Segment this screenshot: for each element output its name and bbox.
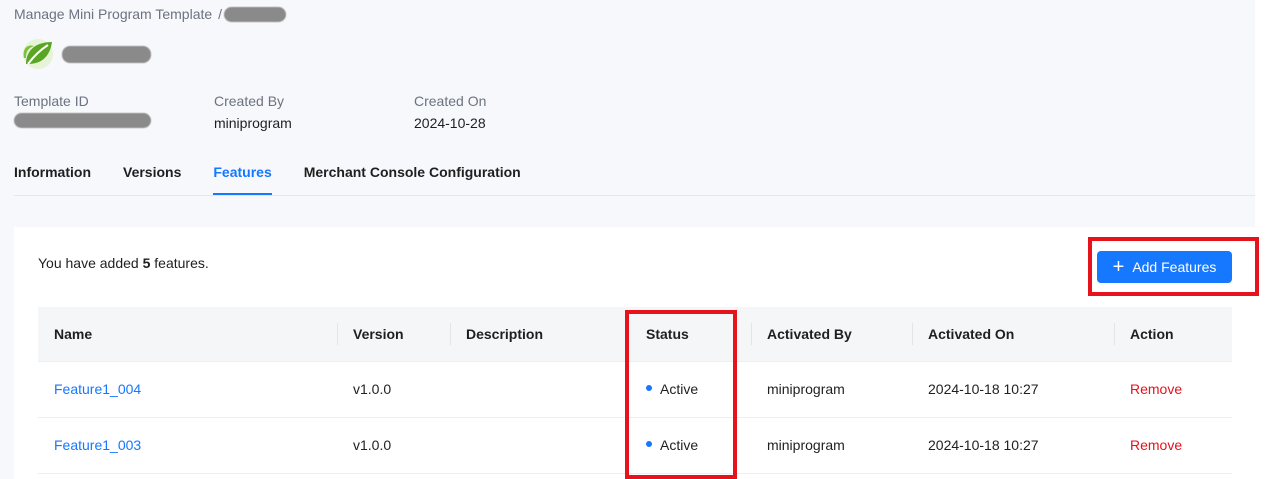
status-dot-icon: [646, 385, 652, 392]
feature-version: v1.0.0: [353, 381, 392, 397]
breadcrumb-current-redacted: [224, 6, 287, 22]
template-id-label: Template ID: [14, 93, 89, 109]
feature-name-link[interactable]: Feature1_003: [38, 418, 141, 473]
breadcrumb-root[interactable]: Manage Mini Program Template: [14, 6, 212, 22]
feature-status: Active: [630, 362, 698, 417]
template-id-redacted: [14, 113, 151, 128]
remove-feature-button[interactable]: Remove: [1114, 418, 1182, 473]
page-right-gutter: [1255, 0, 1269, 479]
tab-features[interactable]: Features: [213, 155, 272, 195]
feature-description: [450, 418, 466, 473]
feature-status: Active: [630, 418, 698, 473]
add-features-button[interactable]: + Add Features: [1097, 251, 1232, 283]
column-header-action: Action: [1114, 307, 1232, 361]
created-on-value: 2024-10-28: [414, 115, 486, 131]
column-header-activated-on: Activated On: [912, 307, 1114, 361]
breadcrumb: Manage Mini Program Template /: [14, 6, 287, 22]
table-row: Feature1_003 v1.0.0 Active miniprogram 2…: [38, 418, 1232, 474]
created-on-label: Created On: [414, 93, 487, 109]
summary-prefix: You have added: [38, 255, 139, 271]
plus-icon: +: [1112, 256, 1125, 278]
table-header-row: Name Version Description Status Activate…: [38, 307, 1232, 362]
tab-bar: Information Versions Features Merchant C…: [14, 155, 1255, 196]
breadcrumb-separator: /: [218, 6, 223, 22]
feature-activated-on: 2024-10-18 10:27: [928, 437, 1039, 453]
created-by-label: Created By: [214, 93, 285, 109]
tab-information[interactable]: Information: [14, 155, 91, 195]
column-header-version: Version: [337, 307, 450, 361]
feature-activated-by: miniprogram: [767, 381, 845, 397]
remove-feature-button[interactable]: Remove: [1114, 362, 1182, 417]
feature-activated-on: 2024-10-18 10:27: [928, 381, 1039, 397]
column-header-activated-by: Activated By: [751, 307, 912, 361]
app-name-redacted: [62, 46, 151, 63]
tab-versions[interactable]: Versions: [123, 155, 181, 195]
table-row: Feature1_004 v1.0.0 Active miniprogram 2…: [38, 362, 1232, 418]
feature-description: [450, 362, 466, 417]
created-by-value: miniprogram: [214, 115, 292, 131]
features-summary: You have added 5 features.: [38, 255, 209, 271]
status-dot-icon: [646, 441, 652, 448]
summary-suffix: features.: [154, 255, 209, 271]
tab-merchant-console-configuration[interactable]: Merchant Console Configuration: [304, 155, 521, 195]
app-logo-icon: [18, 36, 58, 72]
feature-version: v1.0.0: [353, 437, 392, 453]
page-left-gutter: [0, 195, 14, 479]
add-features-label: Add Features: [1132, 259, 1217, 275]
column-header-description: Description: [450, 307, 630, 361]
column-header-status: Status: [646, 326, 689, 342]
feature-activated-by: miniprogram: [767, 437, 845, 453]
feature-name-link[interactable]: Feature1_004: [38, 362, 141, 417]
summary-count: 5: [142, 255, 151, 271]
features-table: Name Version Description Status Activate…: [38, 307, 1232, 474]
column-header-name: Name: [54, 326, 93, 342]
